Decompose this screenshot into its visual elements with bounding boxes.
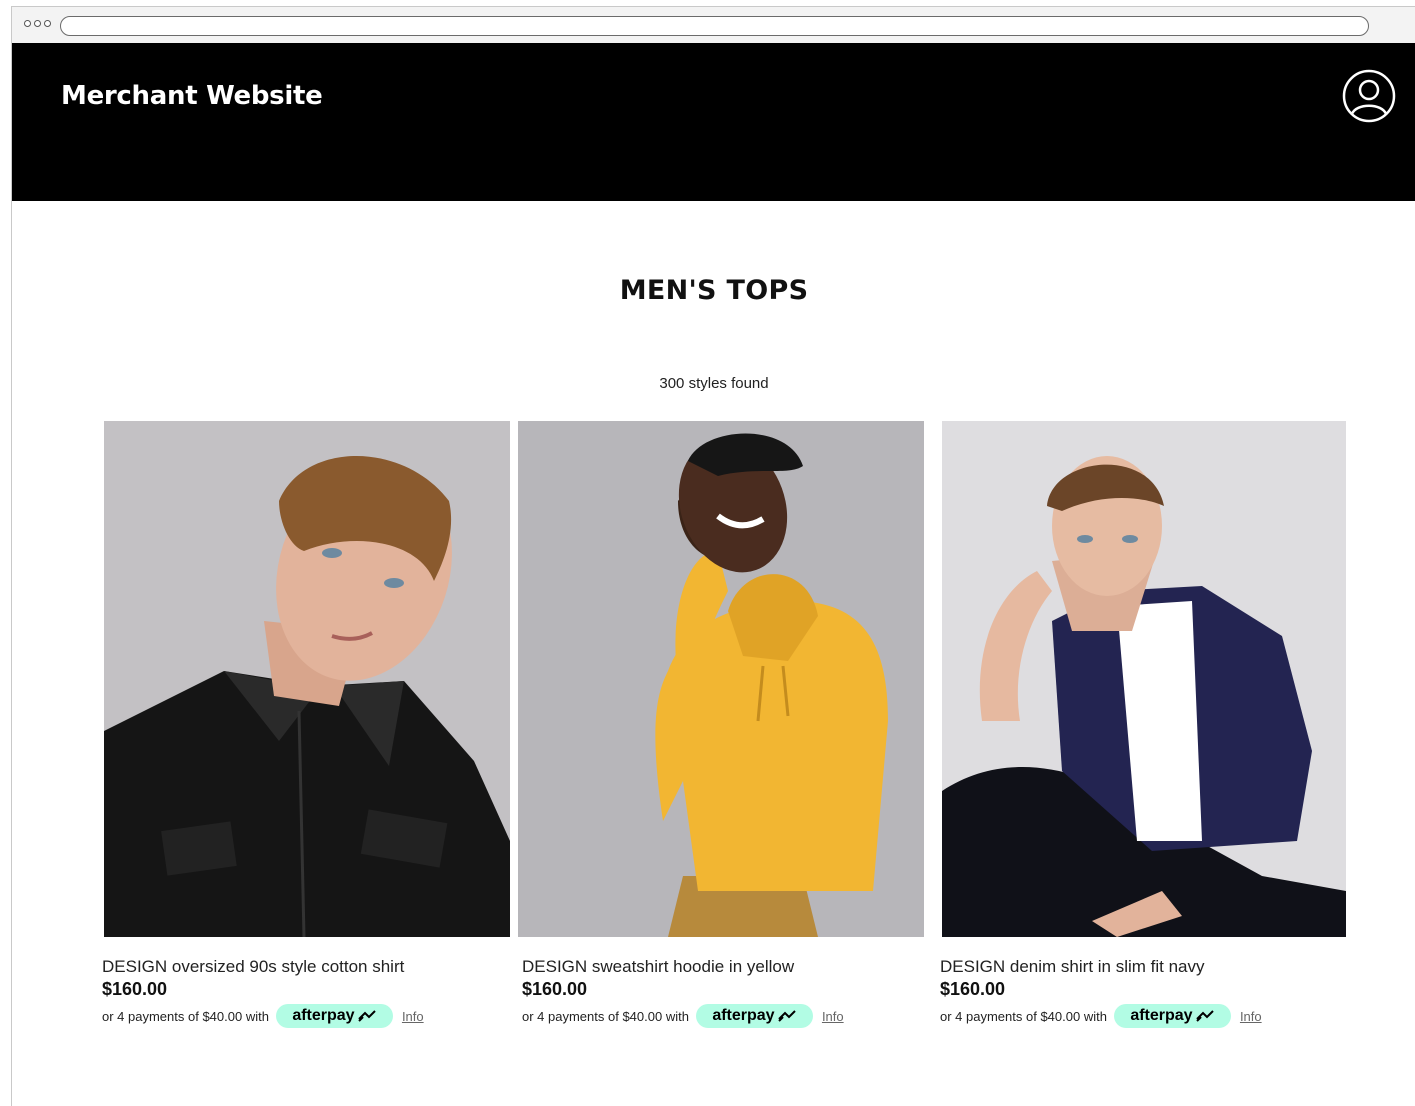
afterpay-arrows-icon xyxy=(357,1010,376,1022)
site-logo[interactable]: Merchant Website xyxy=(61,81,323,111)
page-title: MEN'S TOPS xyxy=(619,275,809,306)
afterpay-wordmark: afterpay xyxy=(712,1007,775,1024)
user-account-icon[interactable] xyxy=(1342,69,1396,123)
afterpay-badge[interactable]: afterpay xyxy=(695,1004,813,1028)
address-bar[interactable] xyxy=(60,16,1369,36)
info-link[interactable]: Info xyxy=(402,1009,424,1024)
browser-chrome xyxy=(12,7,1415,43)
product-price: $160.00 xyxy=(522,979,588,999)
product-name[interactable]: DESIGN oversized 90s style cotton shirt xyxy=(102,957,404,977)
product-card[interactable]: DESIGN denim shirt in slim fit navy $160… xyxy=(940,421,1348,1028)
installment-row: or 4 payments of $40.00 with afterpay In… xyxy=(940,1004,1262,1028)
window-dot[interactable] xyxy=(24,20,31,27)
installment-text: or 4 payments of $40.00 with xyxy=(102,1008,269,1024)
afterpay-wordmark: afterpay xyxy=(292,1007,355,1024)
afterpay-wordmark: afterpay xyxy=(1130,1007,1193,1024)
site-header: Merchant Website xyxy=(12,43,1415,201)
installment-row: or 4 payments of $40.00 with afterpay In… xyxy=(102,1004,424,1028)
window-dot[interactable] xyxy=(34,20,41,27)
product-card[interactable]: DESIGN sweatshirt hoodie in yellow $160.… xyxy=(518,421,924,1028)
installment-text: or 4 payments of $40.00 with xyxy=(940,1008,1107,1024)
info-link[interactable]: Info xyxy=(1240,1009,1262,1024)
product-name[interactable]: DESIGN denim shirt in slim fit navy xyxy=(940,957,1205,977)
product-image[interactable] xyxy=(942,421,1348,937)
info-link[interactable]: Info xyxy=(822,1009,844,1024)
afterpay-arrows-icon xyxy=(777,1010,796,1022)
product-name[interactable]: DESIGN sweatshirt hoodie in yellow xyxy=(522,957,794,977)
product-card[interactable]: DESIGN oversized 90s style cotton shirt … xyxy=(102,421,510,1028)
product-price: $160.00 xyxy=(102,979,168,999)
product-image[interactable] xyxy=(104,421,510,937)
product-price: $160.00 xyxy=(940,979,1006,999)
afterpay-arrows-icon xyxy=(1195,1010,1214,1022)
window-controls[interactable] xyxy=(24,20,51,27)
product-image[interactable] xyxy=(518,421,924,937)
window-dot[interactable] xyxy=(44,20,51,27)
afterpay-badge[interactable]: afterpay xyxy=(275,1004,393,1028)
installment-text: or 4 payments of $40.00 with xyxy=(522,1008,689,1024)
results-count: 300 styles found xyxy=(659,375,769,392)
browser-window: Merchant Website MEN'S TOPS 300 styles f… xyxy=(11,6,1415,1106)
installment-row: or 4 payments of $40.00 with afterpay In… xyxy=(522,1004,844,1028)
afterpay-badge[interactable]: afterpay xyxy=(1113,1004,1231,1028)
